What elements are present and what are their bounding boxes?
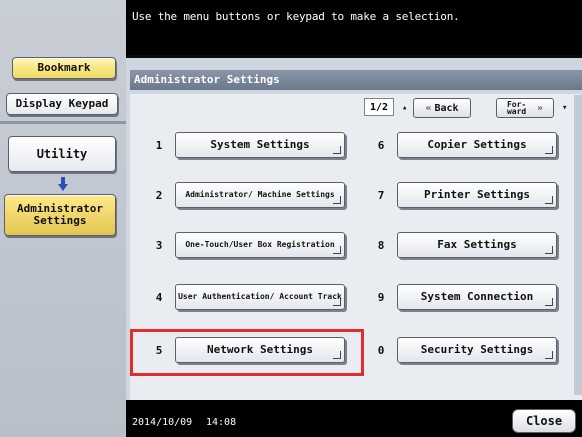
administrator-machine-settings-button[interactable]: Administrator/ Machine Settings bbox=[175, 182, 345, 208]
system-connection-button[interactable]: System Connection bbox=[397, 284, 557, 310]
menu-number-4: 4 bbox=[155, 291, 163, 304]
arrow-down-icon bbox=[58, 177, 68, 191]
display-keypad-button[interactable]: Display Keypad bbox=[6, 93, 118, 115]
fax-settings-button[interactable]: Fax Settings bbox=[397, 232, 557, 258]
double-right-arrow-icon: » bbox=[536, 102, 544, 114]
left-panel: Bookmark Display Keypad Utility Administ… bbox=[0, 0, 126, 437]
status-time: 14:08 bbox=[206, 417, 237, 428]
menu-number-7: 7 bbox=[377, 189, 385, 202]
instruction-message: Use the menu buttons or keypad to make a… bbox=[132, 10, 460, 23]
menu-number-1: 1 bbox=[155, 139, 163, 152]
utility-button[interactable]: Utility bbox=[8, 136, 116, 172]
status-date: 2014/10/09 bbox=[132, 417, 193, 428]
network-settings-highlight bbox=[130, 329, 364, 376]
menu-number-8: 8 bbox=[377, 239, 385, 252]
screen: Bookmark Display Keypad Utility Administ… bbox=[0, 0, 582, 437]
right-edge-strip bbox=[574, 95, 582, 395]
printer-settings-button[interactable]: Printer Settings bbox=[397, 182, 557, 208]
left-divider bbox=[0, 121, 126, 124]
forward-button[interactable]: For- ward » bbox=[496, 98, 554, 118]
menu-number-2: 2 bbox=[155, 189, 163, 202]
top-bar: Use the menu buttons or keypad to make a… bbox=[126, 0, 582, 55]
administrator-settings-button[interactable]: Administrator Settings bbox=[4, 194, 116, 236]
menu-number-6: 6 bbox=[377, 139, 385, 152]
page-indicator: 1/2 bbox=[364, 98, 394, 116]
one-touch-user-box-registration-button[interactable]: One-Touch/User Box Registration bbox=[175, 232, 345, 258]
status-bar: 2014/10/09 14:08 Close bbox=[126, 400, 582, 437]
back-label: Back bbox=[434, 102, 459, 114]
close-button[interactable]: Close bbox=[512, 409, 576, 433]
menu-number-9: 9 bbox=[377, 291, 385, 304]
user-authentication-account-track-button[interactable]: User Authentication/ Account Track bbox=[175, 284, 345, 310]
menu-number-0: 0 bbox=[377, 344, 385, 357]
security-settings-button[interactable]: Security Settings bbox=[397, 337, 557, 363]
copier-settings-button[interactable]: Copier Settings bbox=[397, 132, 557, 158]
double-left-arrow-icon: « bbox=[425, 102, 432, 114]
window-title: Administrator Settings bbox=[130, 70, 582, 90]
menu-number-3: 3 bbox=[155, 239, 163, 252]
down-icon: ▾ bbox=[562, 103, 568, 113]
bookmark-button[interactable]: Bookmark bbox=[12, 57, 116, 79]
forward-label: For- ward bbox=[506, 99, 527, 116]
system-settings-button[interactable]: System Settings bbox=[175, 132, 345, 158]
up-icon: ▴ bbox=[402, 103, 408, 113]
back-button[interactable]: « Back bbox=[413, 98, 471, 118]
